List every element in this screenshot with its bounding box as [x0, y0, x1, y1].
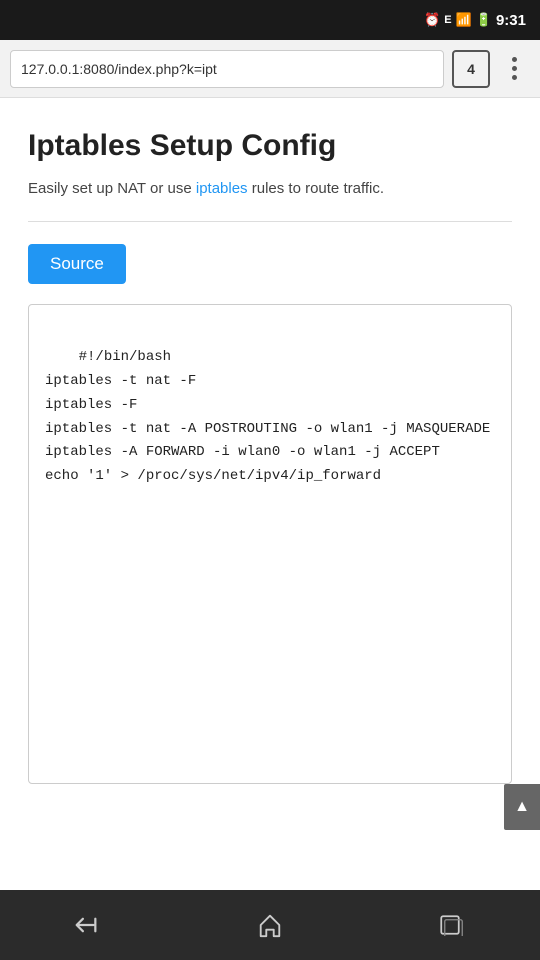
- back-icon: [74, 914, 106, 936]
- home-button[interactable]: [245, 900, 295, 950]
- browser-toolbar: 127.0.0.1:8080/index.php?k=ipt 4: [0, 40, 540, 98]
- bottom-nav: [0, 890, 540, 960]
- alarm-icon: ⏰: [424, 12, 440, 28]
- recents-button[interactable]: [425, 900, 475, 950]
- code-box[interactable]: #!/bin/bash iptables -t nat -F iptables …: [28, 304, 512, 784]
- menu-dot-2: [512, 66, 517, 71]
- home-icon: [257, 912, 283, 938]
- iptables-link[interactable]: iptables: [196, 180, 248, 197]
- url-bar[interactable]: 127.0.0.1:8080/index.php?k=ipt: [10, 50, 444, 88]
- page-title: Iptables Setup Config: [28, 128, 512, 164]
- page-content: Iptables Setup Config Easily set up NAT …: [0, 98, 540, 890]
- tab-count-button[interactable]: 4: [452, 50, 490, 88]
- menu-dot-3: [512, 75, 517, 80]
- recents-icon: [436, 914, 464, 936]
- subtitle-pre-text: Easily set up NAT or use: [28, 180, 196, 197]
- page-subtitle: Easily set up NAT or use iptables rules …: [28, 178, 512, 201]
- menu-button[interactable]: [498, 50, 530, 88]
- url-text: 127.0.0.1:8080/index.php?k=ipt: [21, 61, 217, 77]
- status-bar: ⏰ E 📶 🔋 9:31: [0, 0, 540, 40]
- subtitle-post-text: rules to route traffic.: [248, 180, 384, 197]
- scroll-top-icon: ▲: [514, 798, 530, 816]
- code-text: #!/bin/bash iptables -t nat -F iptables …: [45, 349, 490, 484]
- divider: [28, 221, 512, 222]
- status-time: 9:31: [496, 12, 526, 29]
- source-button[interactable]: Source: [28, 244, 126, 284]
- status-icons: ⏰ E 📶 🔋 9:31: [424, 12, 526, 29]
- back-button[interactable]: [65, 900, 115, 950]
- battery-icon: 🔋: [476, 12, 492, 28]
- scroll-top-button[interactable]: ▲: [504, 784, 540, 830]
- signal-bars-icon: 📶: [456, 12, 472, 28]
- tab-count-label: 4: [467, 61, 475, 77]
- menu-dot-1: [512, 57, 517, 62]
- signal-e-icon: E: [444, 14, 451, 26]
